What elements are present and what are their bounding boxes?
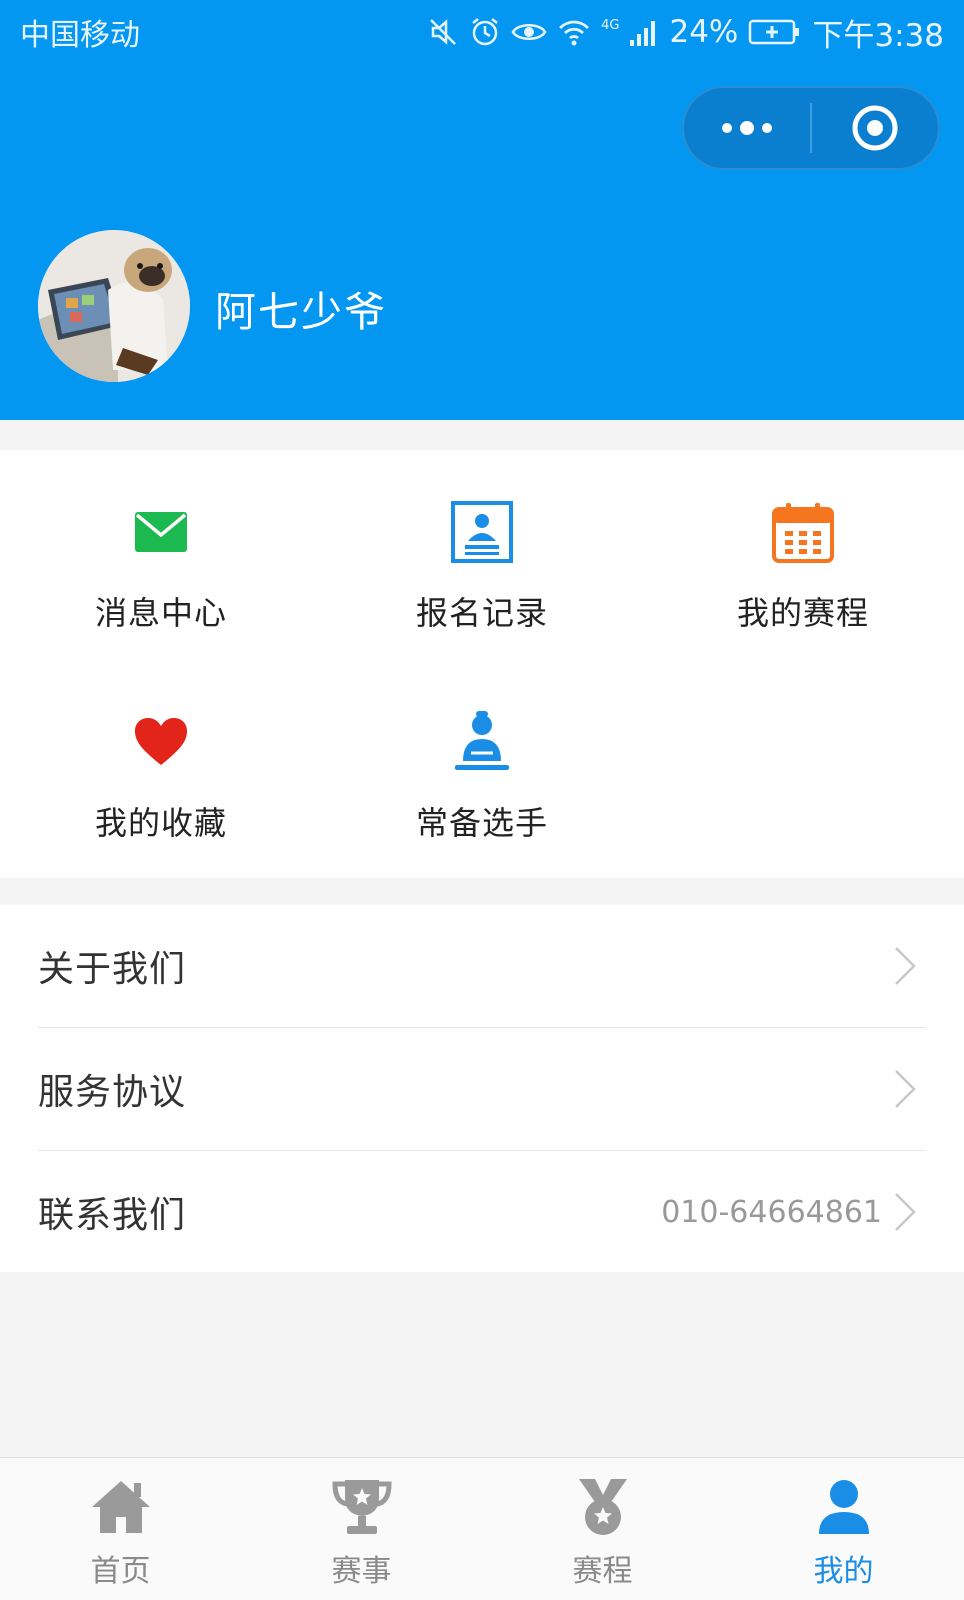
profile-header: 中国移动 4G 24% 下午3:38 阿七少爷 xyxy=(0,0,964,420)
battery-icon xyxy=(749,19,800,45)
grid-label: 消息中心 xyxy=(94,594,227,632)
miniprogram-capsule xyxy=(682,86,940,170)
battery-percent: 24% xyxy=(669,14,739,50)
alarm-icon xyxy=(472,18,498,46)
close-miniprogram-button[interactable] xyxy=(812,86,938,170)
eye-icon xyxy=(511,24,547,40)
carrier-name: 中国移动 xyxy=(20,18,140,53)
tab-schedule[interactable]: 赛程 xyxy=(482,1458,723,1600)
grid-item-registration-records[interactable]: 报名记录 xyxy=(321,450,643,650)
settings-list: 关于我们 服务协议 联系我们 010-64664861 xyxy=(0,905,964,1272)
contact-card-icon xyxy=(446,496,518,568)
grid-item-message-center[interactable]: 消息中心 xyxy=(0,450,322,650)
heart-icon xyxy=(125,706,197,778)
chevron-right-icon xyxy=(895,1070,916,1108)
wifi-icon xyxy=(559,20,590,46)
more-button[interactable] xyxy=(684,86,810,170)
tab-events[interactable]: 赛事 xyxy=(241,1458,482,1600)
signal-icon xyxy=(630,21,656,46)
list-item-service-agreement[interactable]: 服务协议 xyxy=(0,1028,964,1150)
tab-mine[interactable]: 我的 xyxy=(723,1458,964,1600)
grid-item-regular-players[interactable]: 常备选手 xyxy=(321,660,643,860)
more-dots-icon xyxy=(722,121,772,135)
chevron-right-icon xyxy=(895,947,916,985)
list-item-about-us[interactable]: 关于我们 xyxy=(0,905,964,1027)
calendar-icon xyxy=(767,496,839,568)
grid-item-my-schedule[interactable]: 我的赛程 xyxy=(642,450,964,650)
contact-phone: 010-64664861 xyxy=(661,1194,882,1230)
network-type: 4G xyxy=(601,17,620,33)
status-icons: 4G 24% 下午3:38 xyxy=(427,10,944,55)
grid-label: 我的赛程 xyxy=(736,594,869,632)
feature-grid: 消息中心 报名记录 我的赛程 我的收藏 常备选手 xyxy=(0,450,964,878)
clock: 下午3:38 xyxy=(812,17,944,54)
user-icon xyxy=(809,1476,879,1538)
tab-label: 赛事 xyxy=(331,1554,392,1589)
grid-label: 报名记录 xyxy=(415,594,548,632)
mute-icon xyxy=(430,19,456,45)
tab-label: 我的 xyxy=(813,1554,874,1589)
grid-label: 常备选手 xyxy=(415,804,548,842)
tab-label: 首页 xyxy=(90,1554,151,1589)
target-close-icon xyxy=(852,105,898,151)
mail-icon xyxy=(125,496,197,568)
status-bar: 中国移动 4G 24% 下午3:38 xyxy=(0,0,964,64)
tab-label: 赛程 xyxy=(572,1554,633,1589)
bottom-tabbar: 首页 赛事 赛程 我的 xyxy=(0,1457,964,1600)
player-icon xyxy=(446,706,518,778)
list-item-label: 服务协议 xyxy=(38,1072,187,1113)
tab-home[interactable]: 首页 xyxy=(0,1458,241,1600)
username: 阿七少爷 xyxy=(215,288,387,336)
chevron-right-icon xyxy=(895,1193,916,1231)
home-icon xyxy=(86,1476,156,1538)
avatar-pug-image xyxy=(38,230,190,382)
list-item-label: 关于我们 xyxy=(38,949,187,990)
medal-icon xyxy=(568,1476,638,1538)
avatar[interactable] xyxy=(38,230,190,382)
trophy-icon xyxy=(327,1476,397,1538)
grid-item-my-favorites[interactable]: 我的收藏 xyxy=(0,660,322,860)
grid-label: 我的收藏 xyxy=(94,804,227,842)
list-item-label: 联系我们 xyxy=(38,1195,187,1236)
list-item-contact-us[interactable]: 联系我们 010-64664861 xyxy=(0,1151,964,1273)
